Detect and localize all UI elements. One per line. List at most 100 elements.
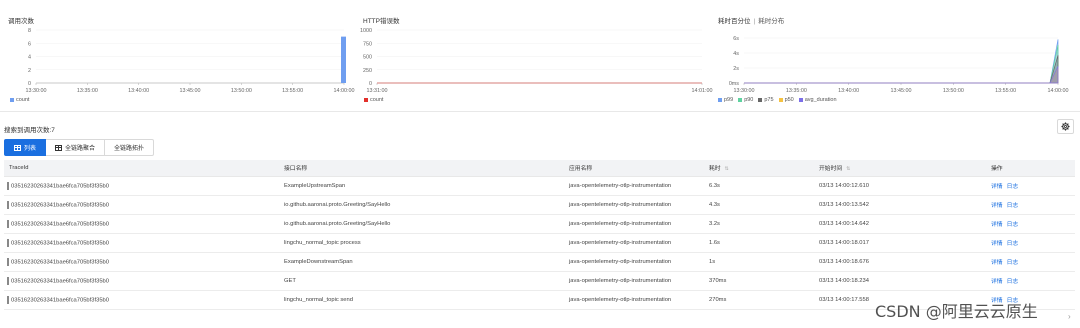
log-link[interactable]: 日志 <box>1007 222 1019 228</box>
x-tick-label: 13:45:00 <box>891 88 912 94</box>
y-tick-label: 6s <box>733 36 739 42</box>
log-link[interactable]: 日志 <box>1007 241 1019 247</box>
traceid-text: 03516230263341bae6fca705bf3f35b0 <box>11 221 110 228</box>
x-tick-label: 14:00:00 <box>1048 88 1069 94</box>
calls-chart-panel: 调用次数 8 6 4 2 0 13:30:00 13:35:00 13:40:00 13:45:… <box>0 0 355 112</box>
y-tick-label: 0 <box>28 81 31 87</box>
traceid-text: 03516230263341bae6fca705bf3f35b0 <box>11 240 110 247</box>
y-tick-label: 4 <box>28 55 31 61</box>
legend-label: avg_duration <box>804 97 837 103</box>
actions-cell: 详情 日志 <box>986 214 1075 234</box>
traceid-text: 03516230263341bae6fca705bf3f35b0 <box>11 278 110 285</box>
sort-icon[interactable]: ⇅ <box>846 166 850 172</box>
traceid-cell[interactable]: 03516230263341bae6fca705bf3f35b0 <box>4 252 279 272</box>
actions-cell: 详情 日志 <box>986 252 1075 272</box>
header-duration[interactable]: 耗时 ⇅ <box>704 160 814 177</box>
latency-chart: 6s 4s 2s 0ms13:30:00 13:35:00 13:40:00 13:45:0… <box>729 36 1069 94</box>
legend-item[interactable]: p75 <box>758 97 774 103</box>
tab-trace-topology-label: 全链路拓扑 <box>114 146 145 152</box>
calls-chart: 8 6 4 2 013:30:00 13:35:00 13:40:00 13:45:00 13:… <box>26 28 355 94</box>
settings-button[interactable] <box>1057 119 1074 134</box>
legend-swatch <box>778 98 783 102</box>
y-tick-label: 6 <box>28 41 31 47</box>
x-tick-label: 14:00:00 <box>334 88 355 94</box>
legend-swatch <box>718 98 722 102</box>
app-name-cell: java-opentelemetry-otlp-instrumentation <box>564 195 704 215</box>
legend-swatch <box>798 98 803 102</box>
y-tick-label: 250 <box>363 68 372 74</box>
calls-chart-legend[interactable]: count <box>10 97 29 103</box>
detail-link[interactable]: 详情 <box>991 241 1003 247</box>
series-area <box>744 66 1059 84</box>
x-tick-label: 13:35:00 <box>786 88 807 94</box>
latency-chart-panel: 耗时百分位 | 耗时分布 6s 4s 2s 0ms 13:30:00 13:35:00 13:4… <box>710 0 1080 112</box>
latency-chart-legend[interactable]: p99 p90 p75 p50 avg_duration <box>718 97 837 103</box>
header-start-time[interactable]: 开始时间 ⇅ <box>814 160 986 177</box>
legend-item[interactable]: count <box>364 97 383 103</box>
detail-link[interactable]: 详情 <box>991 279 1003 285</box>
table-row[interactable]: 03516230263341bae6fca705bf3f35b0 lingchu_… <box>4 233 1075 253</box>
x-tick-label: 13:55:00 <box>995 88 1016 94</box>
traceid-cell[interactable]: 03516230263341bae6fca705bf3f35b0 <box>4 233 279 253</box>
legend-item[interactable]: count <box>10 97 29 103</box>
trace-status-bar <box>7 295 9 304</box>
legend-item[interactable]: p90 <box>738 97 753 103</box>
errors-chart-legend[interactable]: count <box>364 97 383 103</box>
trace-status-bar <box>7 219 9 228</box>
watermark: CSDN @阿里云云原生 <box>875 302 1038 321</box>
app-name-cell: java-opentelemetry-otlp-instrumentation <box>564 252 704 272</box>
y-tick-label: 0 <box>369 81 372 87</box>
detail-link[interactable]: 详情 <box>991 203 1003 209</box>
y-tick-label: 4s <box>733 51 739 57</box>
log-link[interactable]: 日志 <box>1007 184 1019 190</box>
traceid-cell[interactable]: 03516230263341bae6fca705bf3f35b0 <box>4 195 279 215</box>
legend-label: p90 <box>744 97 754 103</box>
start-time-cell: 03/13 14:00:12.610 <box>814 176 986 196</box>
detail-link[interactable]: 详情 <box>991 260 1003 266</box>
traceid-text: 03516230263341bae6fca705bf3f35b0 <box>11 297 110 304</box>
tab-trace-aggregation[interactable]: 全链路聚合 <box>46 139 106 156</box>
actions-cell: 详情 日志 <box>986 176 1075 196</box>
traceid-cell[interactable]: 03516230263341bae6fca705bf3f35b0 <box>4 271 279 291</box>
log-link[interactable]: 日志 <box>1007 260 1019 266</box>
sort-icon[interactable]: ⇅ <box>725 166 729 172</box>
table-row[interactable]: 03516230263341bae6fca705bf3f35b0 io.githu… <box>4 214 1075 234</box>
legend-label: p50 <box>784 97 794 103</box>
trace-status-bar <box>7 181 9 190</box>
view-tabs: 列表 全链路聚合 全链路拓扑 <box>4 139 155 156</box>
legend-swatch <box>758 98 763 102</box>
start-time-cell: 03/13 14:00:18.017 <box>814 233 986 253</box>
app-name-cell: java-opentelemetry-otlp-instrumentation <box>564 271 704 291</box>
legend-item[interactable]: p99 <box>718 97 733 103</box>
trace-status-bar <box>7 257 9 266</box>
start-time-cell: 03/13 14:00:14.642 <box>814 214 986 234</box>
log-link[interactable]: 日志 <box>1007 203 1019 209</box>
tab-trace-aggregation-label: 全链路聚合 <box>65 146 96 152</box>
legend-label: count <box>16 97 30 103</box>
table-row[interactable]: 03516230263341bae6fca705bf3f35b0 io.githu… <box>4 195 1075 215</box>
table-row[interactable]: 03516230263341bae6fca705bf3f35b0 ExampleU… <box>4 176 1075 196</box>
tab-list[interactable]: 列表 <box>4 139 47 156</box>
traceid-cell[interactable]: 03516230263341bae6fca705bf3f35b0 <box>4 290 279 310</box>
table-icon <box>14 144 21 151</box>
legend-swatch <box>738 98 743 102</box>
tab-trace-topology[interactable]: 全链路拓扑 <box>105 139 155 156</box>
chevron-right-icon[interactable]: › <box>1068 312 1071 321</box>
trace-table: TraceId 接口名称 应用名称 耗时 ⇅ 开始时间 ⇅ 操作 035162302… <box>4 160 1075 310</box>
detail-link[interactable]: 详情 <box>991 184 1003 190</box>
table-row[interactable]: 03516230263341bae6fca705bf3f35b0 GET java-… <box>4 271 1075 291</box>
legend-item[interactable]: p50 <box>778 97 794 103</box>
series-area <box>744 66 1059 84</box>
y-tick-label: 500 <box>363 55 372 61</box>
legend-item[interactable]: avg_duration <box>798 97 837 103</box>
header-start-time-label: 开始时间 <box>819 166 843 173</box>
traceid-cell[interactable]: 03516230263341bae6fca705bf3f35b0 <box>4 214 279 234</box>
gear-icon <box>1061 122 1070 131</box>
traceid-cell[interactable]: 03516230263341bae6fca705bf3f35b0 <box>4 176 279 196</box>
api-name-cell: lingchu_normal_topic process <box>279 233 564 253</box>
table-row[interactable]: 03516230263341bae6fca705bf3f35b0 ExampleD… <box>4 252 1075 272</box>
actions-cell: 详情 日志 <box>986 271 1075 291</box>
log-link[interactable]: 日志 <box>1007 279 1019 285</box>
y-tick-label: 2s <box>733 66 739 72</box>
detail-link[interactable]: 详情 <box>991 222 1003 228</box>
